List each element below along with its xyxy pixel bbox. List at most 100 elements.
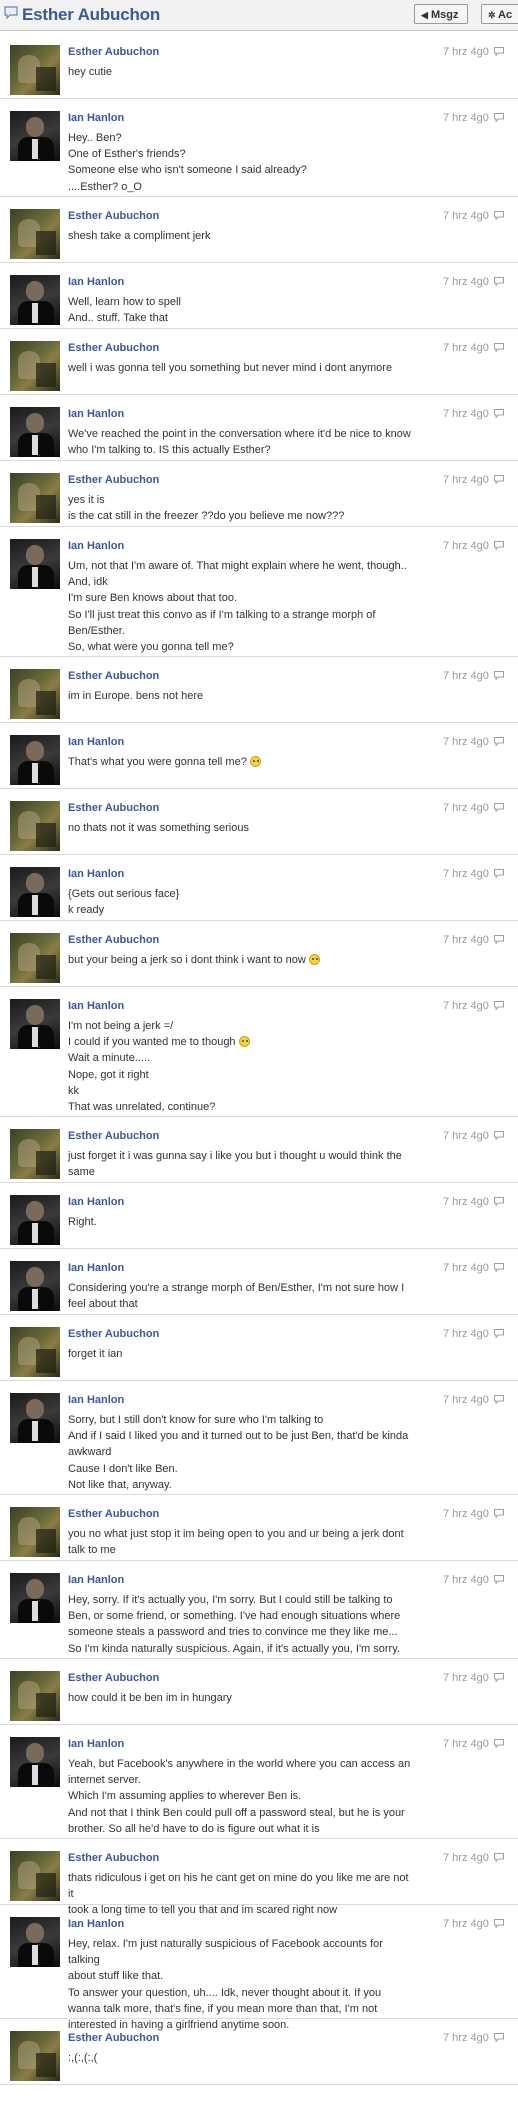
author-name-link[interactable]: Esther Aubuchon: [68, 1672, 159, 1684]
author-name-link[interactable]: Esther Aubuchon: [68, 670, 159, 682]
reply-icon[interactable]: [494, 1001, 504, 1010]
author-name-link[interactable]: Esther Aubuchon: [68, 1328, 159, 1340]
avatar[interactable]: [10, 1393, 60, 1443]
reply-icon[interactable]: [494, 1853, 504, 1862]
avatar[interactable]: [10, 999, 60, 1049]
message-text: Not like that, anyway.: [68, 1478, 172, 1491]
avatar[interactable]: [10, 539, 60, 589]
message-line: And.. stuff. Take that: [68, 310, 413, 326]
reply-icon[interactable]: [494, 343, 504, 352]
avatar[interactable]: [10, 407, 60, 457]
avatar[interactable]: [10, 275, 60, 325]
avatar[interactable]: [10, 341, 60, 391]
message-line: Hey, relax. I'm just naturally suspiciou…: [68, 1936, 413, 1968]
message-text: how could it be ben im in hungary: [68, 1692, 232, 1704]
reply-icon[interactable]: [494, 1131, 504, 1140]
reply-icon[interactable]: [494, 869, 504, 878]
author-name-link[interactable]: Esther Aubuchon: [68, 474, 159, 486]
avatar[interactable]: [10, 1507, 60, 1557]
avatar[interactable]: [10, 933, 60, 983]
author-name-link[interactable]: Ian Hanlon: [68, 540, 124, 552]
avatar[interactable]: [10, 45, 60, 95]
author-name-link[interactable]: Ian Hanlon: [68, 408, 124, 420]
message-timestamp: 7 hrz 4g0: [443, 802, 489, 814]
reply-icon[interactable]: [494, 475, 504, 484]
author-name-link[interactable]: Ian Hanlon: [68, 1394, 124, 1406]
author-name-link[interactable]: Ian Hanlon: [68, 276, 124, 288]
author-name-link[interactable]: Ian Hanlon: [68, 736, 124, 748]
reply-icon[interactable]: [494, 1263, 504, 1272]
author-name-link[interactable]: Ian Hanlon: [68, 1000, 124, 1012]
avatar[interactable]: [10, 1261, 60, 1311]
message-text: I'm not being a jerk =/: [68, 1020, 174, 1032]
author-name-link[interactable]: Esther Aubuchon: [68, 342, 159, 354]
reply-icon[interactable]: [494, 803, 504, 812]
author-name-link[interactable]: Esther Aubuchon: [68, 46, 159, 58]
actions-button[interactable]: ✲ Ac: [481, 4, 518, 24]
message-line: Ben/Esther.: [68, 623, 413, 639]
reply-icon[interactable]: [494, 1395, 504, 1404]
message-text: So I'm kinda naturally suspicious. Again…: [68, 1642, 400, 1655]
avatar[interactable]: [10, 867, 60, 917]
message-timestamp: 7 hrz 4g0: [443, 1918, 489, 1930]
reply-icon[interactable]: [494, 671, 504, 680]
message-timestamp: 7 hrz 4g0: [443, 1262, 489, 1274]
reply-icon[interactable]: [494, 2033, 504, 2042]
avatar[interactable]: [10, 1737, 60, 1787]
reply-icon[interactable]: [494, 1739, 504, 1748]
author-name-link[interactable]: Ian Hanlon: [68, 1918, 124, 1930]
avatar[interactable]: [10, 473, 60, 523]
reply-icon[interactable]: [494, 1673, 504, 1682]
reply-icon[interactable]: [494, 935, 504, 944]
reply-icon[interactable]: [494, 1509, 504, 1518]
author-name-link[interactable]: Ian Hanlon: [68, 1738, 124, 1750]
author-name-link[interactable]: Ian Hanlon: [68, 1262, 124, 1274]
message-line: awkward: [68, 1444, 413, 1460]
message-icon: [4, 6, 18, 19]
message-line: forget it ian: [68, 1346, 413, 1362]
author-name-link[interactable]: Ian Hanlon: [68, 1574, 124, 1586]
author-name-link[interactable]: Esther Aubuchon: [68, 1130, 159, 1142]
reply-icon[interactable]: [494, 113, 504, 122]
avatar[interactable]: [10, 111, 60, 161]
avatar[interactable]: [10, 1917, 60, 1967]
author-name-link[interactable]: Ian Hanlon: [68, 112, 124, 124]
reply-icon[interactable]: [494, 1919, 504, 1928]
reply-icon[interactable]: [494, 409, 504, 418]
avatar[interactable]: [10, 801, 60, 851]
author-name-link[interactable]: Ian Hanlon: [68, 868, 124, 880]
reply-icon[interactable]: [494, 1329, 504, 1338]
message-line: Hey.. Ben?: [68, 130, 413, 146]
author-name-link[interactable]: Esther Aubuchon: [68, 802, 159, 814]
avatar[interactable]: [10, 209, 60, 259]
avatar[interactable]: [10, 1195, 60, 1245]
message-text: And not that I think Ben could pull off …: [68, 1806, 405, 1819]
reply-icon[interactable]: [494, 211, 504, 220]
author-name-link[interactable]: Esther Aubuchon: [68, 1852, 159, 1864]
author-name-link[interactable]: Esther Aubuchon: [68, 934, 159, 946]
avatar[interactable]: [10, 735, 60, 785]
avatar[interactable]: [10, 2031, 60, 2081]
reply-icon[interactable]: [494, 1197, 504, 1206]
avatar[interactable]: [10, 1327, 60, 1377]
avatar[interactable]: [10, 1573, 60, 1623]
message-line: someone steals a password and tries to c…: [68, 1624, 413, 1640]
msgz-button[interactable]: ◀ Msgz: [414, 4, 468, 24]
avatar[interactable]: [10, 1129, 60, 1179]
reply-icon[interactable]: [494, 277, 504, 286]
avatar[interactable]: [10, 1851, 60, 1901]
author-name-link[interactable]: Ian Hanlon: [68, 1196, 124, 1208]
reply-icon[interactable]: [494, 541, 504, 550]
avatar[interactable]: [10, 669, 60, 719]
message-line: So, what were you gonna tell me?: [68, 639, 413, 655]
reply-icon[interactable]: [494, 47, 504, 56]
message-row: Ian Hanlon 7 hrz 4g0 Right.: [0, 1183, 518, 1249]
avatar[interactable]: [10, 1671, 60, 1721]
reply-icon[interactable]: [494, 1575, 504, 1584]
author-name-link[interactable]: Esther Aubuchon: [68, 210, 159, 222]
author-name-link[interactable]: Esther Aubuchon: [68, 2032, 159, 2044]
reply-icon[interactable]: [494, 737, 504, 746]
author-name-link[interactable]: Esther Aubuchon: [68, 1508, 159, 1520]
message-row: Esther Aubuchon 7 hrz 4g0 thats ridiculous…: [0, 1839, 518, 1916]
message-text: Sorry, but I still don't know for sure w…: [68, 1414, 324, 1426]
